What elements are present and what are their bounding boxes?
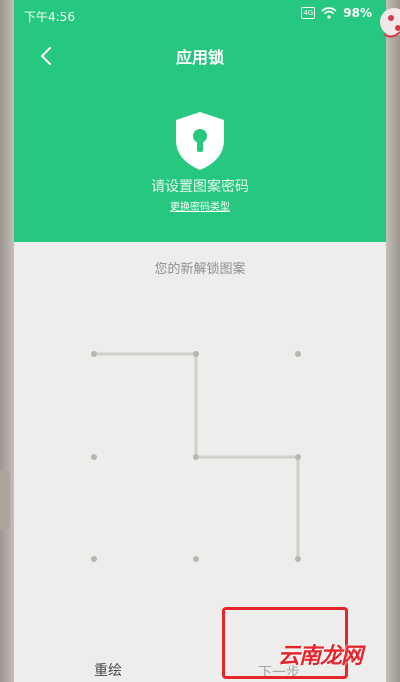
corner-sticker-icon bbox=[380, 8, 400, 38]
pattern-dot[interactable] bbox=[295, 351, 301, 357]
pattern-dot[interactable] bbox=[193, 351, 199, 357]
pattern-dot[interactable] bbox=[295, 454, 301, 460]
pattern-dot[interactable] bbox=[91, 351, 97, 357]
side-key bbox=[0, 470, 10, 530]
pattern-dot[interactable] bbox=[193, 454, 199, 460]
pattern-dot[interactable] bbox=[91, 454, 97, 460]
pattern-grid[interactable] bbox=[14, 0, 386, 682]
reset-button[interactable]: 重绘 bbox=[94, 660, 122, 680]
screen: 下午4:56 4G 98% 应用锁 请设置图案密码 更换密码类型 您的新解锁图案… bbox=[14, 0, 386, 682]
pattern-dot[interactable] bbox=[295, 556, 301, 562]
pattern-dot[interactable] bbox=[91, 556, 97, 562]
phone-frame: 下午4:56 4G 98% 应用锁 请设置图案密码 更换密码类型 您的新解锁图案… bbox=[0, 0, 400, 682]
pattern-dot[interactable] bbox=[193, 556, 199, 562]
watermark-text: 云南龙网 bbox=[278, 644, 363, 669]
